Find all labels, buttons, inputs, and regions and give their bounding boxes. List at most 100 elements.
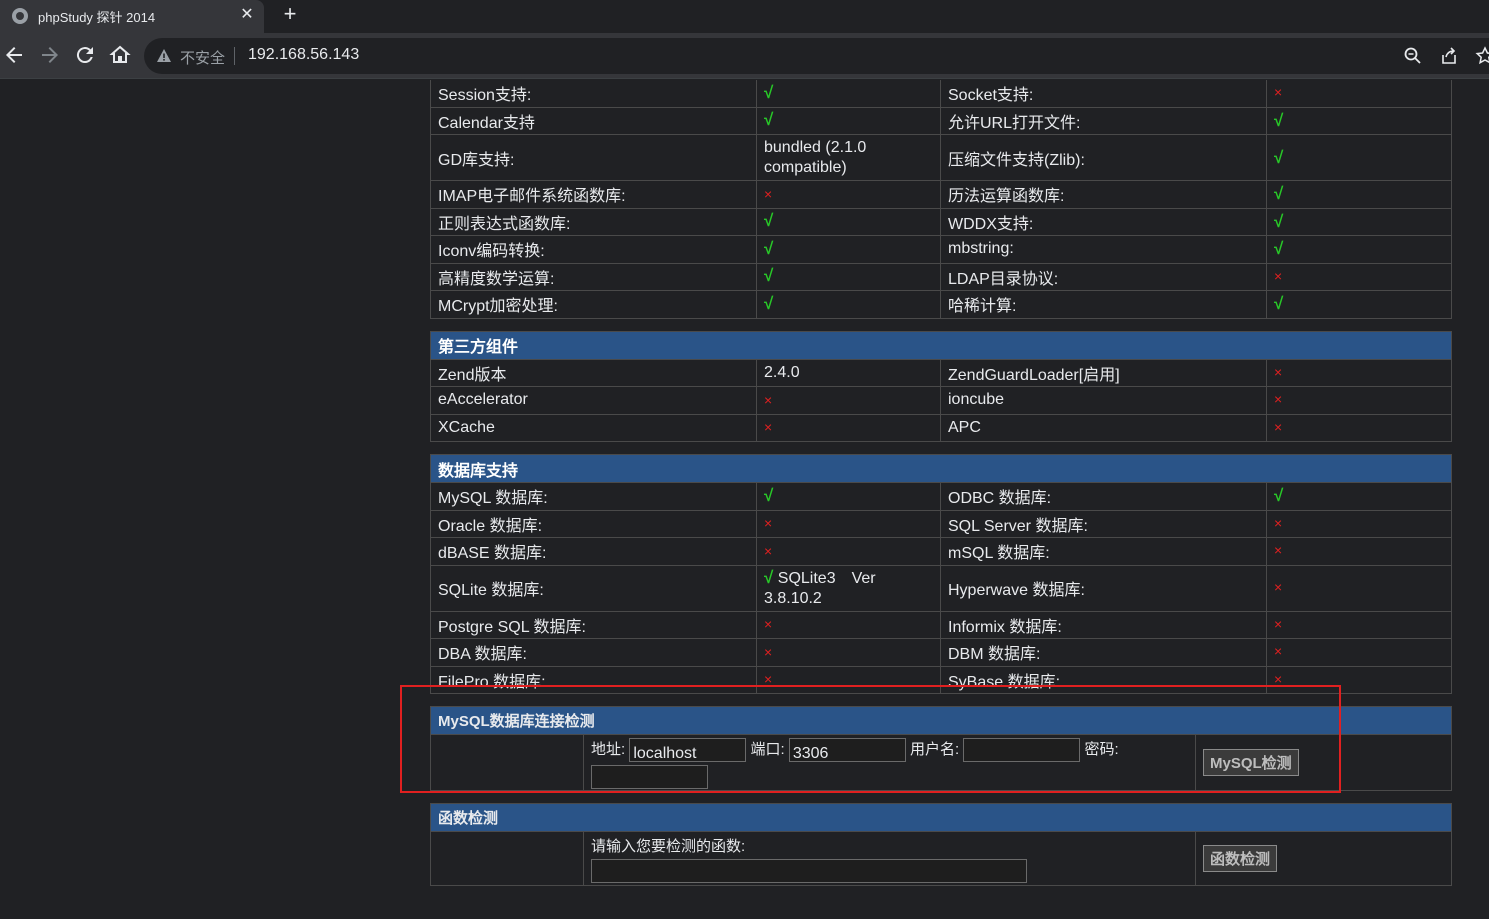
feature-status: ×: [756, 610, 941, 639]
feature-status: ×: [1265, 537, 1453, 566]
forward-arrow-icon[interactable]: [38, 43, 62, 67]
function-check-button[interactable]: 函数检测: [1203, 845, 1278, 872]
new-tab-button[interactable]: +: [278, 3, 302, 27]
feature-label: IMAP电子邮件系统函数库:: [430, 180, 757, 209]
feature-label: WDDX支持:: [940, 207, 1267, 236]
feature-status: √: [1266, 134, 1452, 181]
feature-label: eAccelerator: [430, 386, 757, 415]
feature-status: ×: [756, 180, 941, 209]
php-features-table: Session支持: √ Socket支持: × Calendar支持 √ 允许URL打开文…: [430, 80, 1452, 319]
feature-label: Iconv编码转换:: [430, 235, 757, 264]
feature-label: Postgre SQL 数据库:: [430, 610, 757, 639]
table-row: 高精度数学运算: √ LDAP目录协议: ×: [430, 262, 1452, 291]
function-check-table: 函数检测 请输入您要检测的函数: 函数检测: [429, 803, 1453, 886]
table-row: Iconv编码转换: √ mbstring: √: [430, 235, 1452, 264]
feature-label: SQL Server 数据库:: [940, 509, 1267, 538]
reload-icon[interactable]: [73, 43, 97, 67]
feature-label: APC: [940, 413, 1267, 442]
home-icon[interactable]: [108, 43, 132, 67]
url-text[interactable]: 192.168.56.143: [248, 46, 359, 64]
check-icon: √: [764, 567, 774, 587]
close-tab-icon[interactable]: ✕: [237, 5, 257, 25]
feature-label: GD库支持:: [430, 134, 757, 181]
feature-label: Oracle 数据库:: [430, 509, 757, 538]
cross-icon: ×: [1274, 579, 1283, 595]
feature-label: 压缩文件支持(Zlib):: [940, 134, 1267, 181]
value-text: bundled (2.1.0 compatible): [756, 134, 941, 181]
feature-label: 历法运算函数库:: [940, 180, 1267, 209]
feature-label: 哈稀计算:: [940, 290, 1267, 319]
table-row: GD库支持: bundled (2.1.0 compatible) 压缩文件支持(Z…: [430, 134, 1452, 181]
feature-status: ×: [1265, 358, 1453, 387]
table-row: Oracle 数据库: × SQL Server 数据库: ×: [430, 509, 1453, 538]
feature-label: DBM 数据库:: [940, 638, 1267, 667]
feature-status: √: [756, 80, 941, 108]
feature-status: ×: [1265, 509, 1453, 538]
feature-label: ZendGuardLoader[启用]: [940, 358, 1267, 387]
cross-icon: ×: [1274, 418, 1283, 435]
feature-label: DBA 数据库:: [430, 638, 757, 667]
database-header: 数据库支持: [429, 454, 1453, 483]
warning-icon[interactable]: [156, 48, 172, 64]
table-row: MySQL 数据库: √ ODBC 数据库: √: [430, 482, 1453, 511]
share-icon[interactable]: [1439, 46, 1459, 66]
feature-label: 允许URL打开文件:: [940, 106, 1267, 135]
feature-status: √: [1266, 235, 1452, 264]
table-row: XCache × APC ×: [430, 413, 1453, 442]
feature-label: MCrypt加密处理:: [430, 290, 757, 319]
check-icon: √: [1274, 239, 1284, 259]
cross-icon: ×: [1274, 84, 1283, 101]
feature-label: Socket支持:: [940, 80, 1267, 108]
value-text: 2.4.0: [756, 358, 941, 387]
feature-label: 高精度数学运算:: [430, 262, 757, 291]
feature-label: XCache: [430, 413, 757, 442]
feature-status: √: [756, 482, 941, 511]
function-button-cell: 函数检测: [1194, 831, 1453, 886]
cross-icon: ×: [764, 391, 773, 408]
cross-icon: ×: [1274, 542, 1283, 559]
feature-label: Calendar支持: [430, 106, 757, 135]
feature-status: √ SQLite3 Ver 3.8.10.2: [756, 564, 941, 612]
table-row: MCrypt加密处理: √ 哈稀计算: √: [430, 290, 1452, 319]
feature-label: Hyperwave 数据库:: [940, 564, 1267, 612]
third-party-header: 第三方组件: [429, 330, 1453, 360]
cross-icon: ×: [1274, 391, 1283, 408]
feature-label: MySQL 数据库:: [430, 482, 757, 511]
feature-label: Zend版本: [430, 358, 757, 387]
table-row: dBASE 数据库: × mSQL 数据库: ×: [430, 537, 1453, 566]
feature-status: ×: [1266, 80, 1452, 108]
browser-tab[interactable]: phpStudy 探针 2014 ✕: [0, 0, 264, 33]
check-icon: √: [764, 293, 774, 313]
feature-status: √: [1266, 180, 1452, 209]
cross-icon: ×: [764, 515, 773, 532]
database-table: 数据库支持 MySQL 数据库: √ ODBC 数据库: √ Oracle 数据库: × S…: [429, 454, 1453, 694]
feature-status: √: [1266, 207, 1452, 236]
address-bar[interactable]: 不安全 192.168.56.143: [144, 38, 1489, 74]
feature-status: √: [756, 106, 941, 135]
cross-icon: ×: [764, 643, 773, 660]
back-arrow-icon[interactable]: [2, 43, 26, 67]
feature-status: ×: [1266, 262, 1452, 291]
feature-status: ×: [756, 509, 941, 538]
feature-status: ×: [756, 413, 941, 442]
feature-label: Informix 数据库:: [940, 610, 1267, 639]
feature-label: ODBC 数据库:: [940, 482, 1267, 511]
feature-status: √: [1266, 106, 1452, 135]
function-input[interactable]: [591, 859, 1027, 884]
feature-status: ×: [756, 537, 941, 566]
zoom-icon[interactable]: [1403, 46, 1423, 66]
table-row: Calendar支持 √ 允许URL打开文件: √: [430, 106, 1452, 135]
feature-label: mSQL 数据库:: [940, 537, 1267, 566]
feature-status: √: [1265, 482, 1453, 511]
globe-icon: [12, 8, 28, 24]
page-viewport: Session支持: √ Socket支持: × Calendar支持 √ 允许URL打开文…: [0, 80, 1489, 919]
feature-status: ×: [1265, 413, 1453, 442]
feature-status: √: [756, 235, 941, 264]
cross-icon: ×: [1274, 615, 1283, 632]
browser-toolbar: 不安全 192.168.56.143: [0, 33, 1489, 79]
cross-icon: ×: [764, 419, 773, 436]
table-row: DBA 数据库: × DBM 数据库: ×: [430, 638, 1453, 667]
bookmark-star-icon[interactable]: [1475, 46, 1489, 66]
insecure-label[interactable]: 不安全: [180, 47, 225, 68]
check-icon: √: [764, 82, 774, 102]
